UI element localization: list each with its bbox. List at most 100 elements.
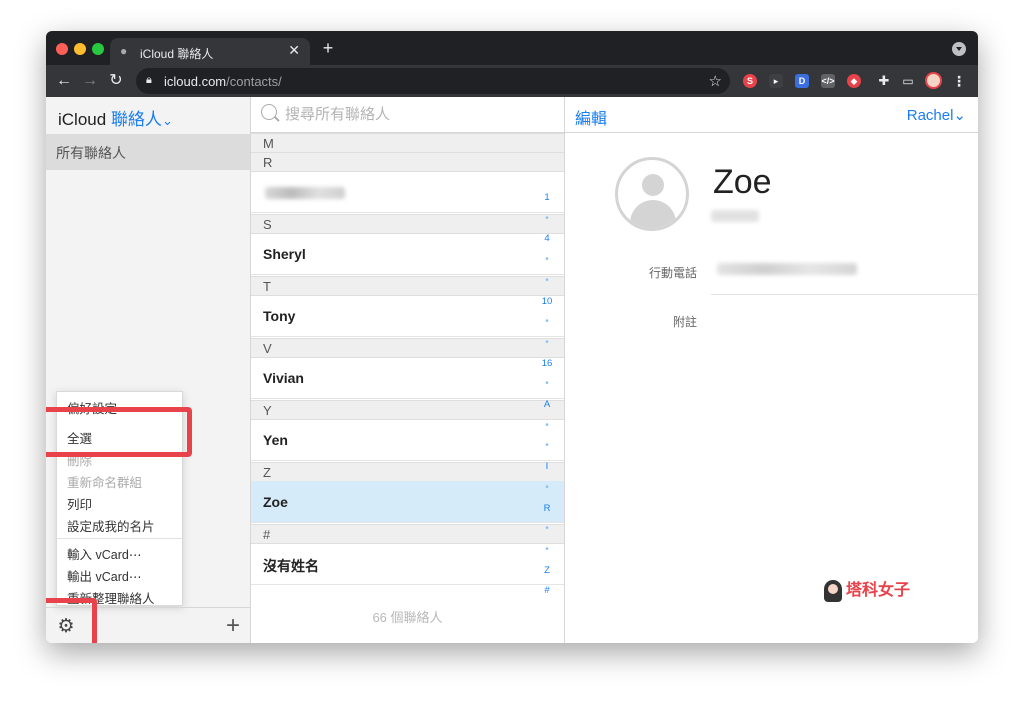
- section-header: R: [251, 152, 564, 172]
- s-extension-icon[interactable]: S: [743, 74, 757, 88]
- contact-detail: 編輯 Rachel⌄ Zoe 行動電話 附註: [565, 97, 978, 643]
- index-dot[interactable]: •: [540, 275, 554, 287]
- lock-icon: 🔒︎: [146, 74, 152, 86]
- contact-row[interactable]: 沒有姓名: [251, 543, 564, 585]
- menu-print[interactable]: 列印: [67, 494, 92, 513]
- section-header: #: [251, 524, 564, 544]
- blurred-company: [711, 210, 759, 222]
- search-input[interactable]: [285, 103, 545, 125]
- cast-icon[interactable]: ▭: [901, 74, 915, 88]
- more-menu-icon[interactable]: ⋮: [952, 74, 966, 88]
- index-letter[interactable]: #: [540, 585, 554, 597]
- search-bar: [251, 97, 564, 133]
- index-letter[interactable]: 16: [540, 358, 554, 370]
- blurred-name: [265, 187, 345, 199]
- select-all-highlight: [46, 407, 192, 457]
- menu-rename-group[interactable]: 重新命名群組: [67, 472, 142, 491]
- contact-row[interactable]: Sheryl: [251, 233, 564, 275]
- index-dot[interactable]: •: [540, 316, 554, 328]
- section-header: Y: [251, 400, 564, 420]
- icloud-contacts-app: iCloud 聯絡人⌄ 所有聯絡人 偏好設定⋯ 全選 刪除 重新命名群組 列印 …: [46, 97, 978, 643]
- index-letter[interactable]: 4: [540, 233, 554, 245]
- mobile-phone-label: 行動電話: [648, 266, 697, 280]
- index-dot[interactable]: •: [540, 523, 554, 535]
- section-header: V: [251, 338, 564, 358]
- apple-icon: ●: [120, 44, 128, 58]
- tab-close-icon[interactable]: ✕: [288, 42, 300, 59]
- index-dot[interactable]: •: [540, 378, 554, 390]
- section-header: Z: [251, 462, 564, 482]
- menu-import-vcard[interactable]: 輸入 vCard⋯: [67, 544, 141, 563]
- zoom-window-button[interactable]: [92, 43, 104, 55]
- tab-icloud-contacts[interactable]: ● iCloud 聯絡人 ✕: [110, 38, 310, 65]
- group-all-contacts[interactable]: 所有聯絡人: [46, 134, 250, 170]
- contact-row[interactable]: Tony: [251, 295, 564, 337]
- contact-name-label: Tony: [263, 308, 296, 324]
- cursor-extension-icon[interactable]: ▸: [769, 74, 783, 88]
- contact-row[interactable]: Yen: [251, 419, 564, 461]
- section-header: M: [251, 133, 564, 153]
- menu-divider: [57, 538, 182, 539]
- menu-set-my-card[interactable]: 設定成我的名片: [67, 516, 155, 535]
- index-letter[interactable]: Z: [540, 565, 554, 577]
- close-window-button[interactable]: [56, 43, 68, 55]
- index-dot[interactable]: •: [540, 254, 554, 266]
- gear-highlight: [46, 598, 97, 643]
- blurred-phone-value: [717, 263, 857, 275]
- contact-list: MRSSherylTTonyVVivianYYenZZoe#沒有姓名 66 個聯…: [251, 97, 565, 643]
- menu-export-vcard[interactable]: 輸出 vCard⋯: [67, 566, 141, 585]
- forward-button[interactable]: →: [80, 71, 100, 91]
- index-dot[interactable]: •: [540, 420, 554, 432]
- address-bar[interactable]: 🔒︎ icloud.com/contacts/ ☆: [136, 68, 730, 94]
- chevron-down-icon: ⌄: [161, 113, 173, 128]
- minimize-window-button[interactable]: [74, 43, 86, 55]
- search-icon: [261, 104, 277, 120]
- contact-row[interactable]: [251, 171, 564, 213]
- index-dot[interactable]: •: [540, 544, 554, 556]
- contact-name-label: Sheryl: [263, 246, 306, 262]
- detail-header: 編輯 Rachel⌄: [565, 97, 978, 133]
- browser-window: ● iCloud 聯絡人 ✕ + ← → ↻ 🔒︎ icloud.com/con…: [46, 31, 978, 643]
- shield-extension-icon[interactable]: ◆: [847, 74, 861, 88]
- index-letter[interactable]: R: [540, 503, 554, 515]
- back-button[interactable]: ←: [54, 71, 74, 91]
- d-extension-icon[interactable]: D: [795, 74, 809, 88]
- contact-name-label: Vivian: [263, 370, 304, 386]
- tab-title: iCloud 聯絡人: [140, 47, 214, 61]
- add-group-button[interactable]: +: [226, 612, 240, 640]
- watermark-logo: 塔科女子: [824, 576, 910, 602]
- app-title[interactable]: iCloud 聯絡人⌄: [58, 105, 173, 130]
- note-label: 附註: [672, 315, 697, 329]
- contact-row[interactable]: Vivian: [251, 357, 564, 399]
- account-menu-button[interactable]: Rachel⌄: [907, 106, 966, 124]
- contact-name-label: Zoe: [263, 494, 288, 510]
- profile-avatar[interactable]: [925, 72, 942, 89]
- index-letter[interactable]: 10: [540, 296, 554, 308]
- index-dot[interactable]: •: [540, 440, 554, 452]
- reload-button[interactable]: ↻: [106, 71, 126, 91]
- contact-name-label: Yen: [263, 432, 288, 448]
- field-divider: [711, 294, 978, 295]
- contact-row[interactable]: Zoe: [251, 481, 564, 523]
- index-letter[interactable]: 1: [540, 192, 554, 204]
- alphabet-index[interactable]: 1 • 4 • • 10 • • 16 • A • • I • R • • Z #: [540, 97, 554, 643]
- new-tab-button[interactable]: +: [318, 38, 338, 59]
- puzzle-extensions-icon[interactable]: ✚: [877, 74, 891, 88]
- index-dot[interactable]: •: [540, 213, 554, 225]
- contact-name: Zoe: [713, 163, 772, 201]
- tab-search-button[interactable]: [952, 42, 966, 56]
- index-letter[interactable]: A: [540, 399, 554, 411]
- tab-bar: ● iCloud 聯絡人 ✕ +: [46, 31, 978, 65]
- index-dot[interactable]: •: [540, 337, 554, 349]
- edit-button[interactable]: 編輯: [575, 105, 607, 129]
- index-letter[interactable]: I: [540, 461, 554, 473]
- groups-sidebar: iCloud 聯絡人⌄ 所有聯絡人 偏好設定⋯ 全選 刪除 重新命名群組 列印 …: [46, 97, 251, 643]
- index-dot[interactable]: •: [540, 482, 554, 494]
- code-extension-icon[interactable]: </>: [821, 74, 835, 88]
- contact-name-label: 沒有姓名: [263, 558, 319, 574]
- bookmark-star-icon[interactable]: ☆: [709, 72, 722, 90]
- girl-logo-icon: [824, 579, 842, 602]
- section-header: T: [251, 276, 564, 296]
- url-text: icloud.com/contacts/: [164, 74, 282, 89]
- contact-count: 66 個聯絡人: [372, 610, 443, 625]
